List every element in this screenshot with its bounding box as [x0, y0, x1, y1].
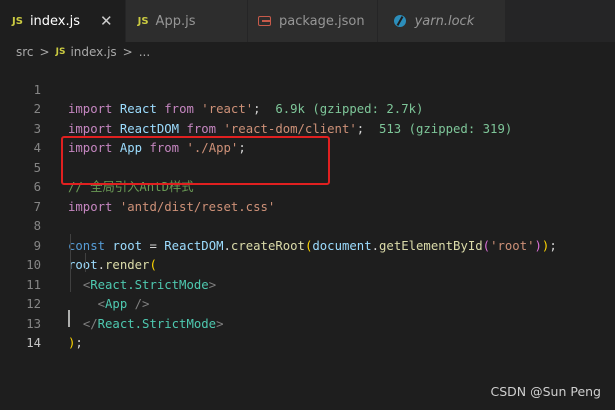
- code-area[interactable]: 1 import React from 'react'; 6.9k (gzipp…: [0, 61, 615, 351]
- breadcrumb-folder[interactable]: src: [16, 45, 34, 59]
- code-line: 10 <React.StrictMode>: [0, 237, 615, 292]
- indent-guide: [85, 253, 86, 272]
- tab-label: yarn.lock: [414, 13, 475, 29]
- line-content: );: [68, 336, 83, 350]
- tab-yarn-lock[interactable]: yarn.lock: [377, 0, 506, 42]
- code-editor: JS index.js ✕ JS App.js package.json yar…: [0, 0, 615, 410]
- code-line: 12 </React.StrictMode>: [0, 276, 615, 331]
- code-line: 8 const root = ReactDOM.createRoot(docum…: [0, 198, 615, 253]
- code-line: 1 import React from 'react'; 6.9k (gzipp…: [0, 61, 615, 117]
- breadcrumb-file[interactable]: index.js: [70, 45, 116, 59]
- chevron-right-icon: >: [122, 45, 133, 59]
- code-line: 2 import ReactDOM from 'react-dom/client…: [0, 81, 615, 136]
- yarn-file-icon: [393, 15, 406, 27]
- tab-app-js[interactable]: JS App.js: [125, 0, 248, 42]
- tab-label: package.json: [279, 13, 365, 29]
- code-line: 14: [0, 315, 615, 350]
- tab-bar: JS index.js ✕ JS App.js package.json yar…: [0, 0, 615, 42]
- text-cursor: [68, 310, 70, 327]
- breadcrumb-symbol[interactable]: ...: [139, 45, 150, 59]
- close-icon[interactable]: ✕: [100, 13, 113, 29]
- indent-guide: [70, 234, 71, 292]
- code-line: 9 root.render(: [0, 217, 615, 273]
- code-line: 3 import App from './App';: [0, 100, 615, 156]
- breadcrumb: src > JS index.js > ...: [0, 42, 615, 62]
- watermark: CSDN @Sun Peng: [490, 384, 601, 399]
- javascript-file-icon: JS: [137, 15, 149, 27]
- chevron-right-icon: >: [39, 45, 50, 59]
- tab-index-js[interactable]: JS index.js ✕: [0, 0, 126, 42]
- code-line: 11 <App />: [0, 256, 615, 312]
- code-line: 13 );: [0, 295, 615, 351]
- tab-label: App.js: [155, 13, 196, 29]
- line-number: 14: [26, 336, 41, 350]
- tab-package-json[interactable]: package.json: [247, 0, 378, 42]
- javascript-file-icon: JS: [12, 15, 23, 27]
- highlight-annotation-box: [61, 136, 330, 185]
- tab-label: index.js: [29, 13, 81, 29]
- json-file-icon: [257, 16, 272, 26]
- javascript-file-icon: JS: [55, 47, 66, 57]
